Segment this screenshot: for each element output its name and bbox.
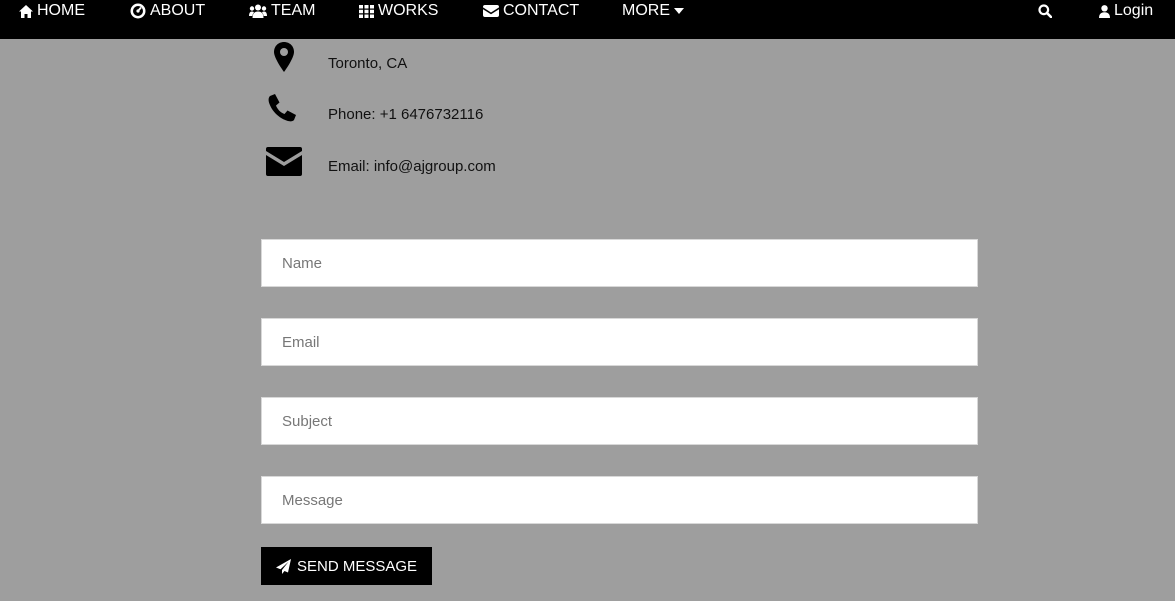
search-icon <box>1038 4 1052 18</box>
email-field[interactable] <box>261 318 978 366</box>
grid-icon <box>359 4 374 18</box>
map-marker-icon <box>262 42 306 78</box>
nav-more-label: MORE <box>622 2 670 19</box>
user-icon <box>1099 4 1110 18</box>
nav-team-label: TEAM <box>271 2 316 19</box>
nav-works-label: WORKS <box>378 2 439 19</box>
nav-contact[interactable]: CONTACT <box>483 0 579 22</box>
home-icon <box>19 4 33 18</box>
nav-login-label: Login <box>1114 2 1154 19</box>
phone-icon <box>262 93 306 129</box>
phone-text: Phone: +1 6476732116 <box>328 106 484 123</box>
message-field[interactable] <box>261 476 978 524</box>
users-icon <box>249 4 267 18</box>
paper-plane-icon <box>275 558 291 574</box>
subject-field[interactable] <box>261 397 978 445</box>
caret-down-icon <box>674 8 684 14</box>
top-navbar: HOME ABOUT TEAM WORKS CONTACT MORE Login <box>0 0 1175 39</box>
nav-home-label: HOME <box>37 2 85 19</box>
location-text: Toronto, CA <box>328 55 408 72</box>
name-field[interactable] <box>261 239 978 287</box>
send-message-button[interactable]: SEND MESSAGE <box>261 547 432 585</box>
nav-team[interactable]: TEAM <box>249 0 315 22</box>
send-message-label: SEND MESSAGE <box>296 557 418 575</box>
nav-login[interactable]: Login <box>1099 0 1153 22</box>
dashboard-icon <box>130 3 146 19</box>
nav-contact-label: CONTACT <box>503 2 580 19</box>
nav-about[interactable]: ABOUT <box>130 0 205 22</box>
envelope-icon <box>262 145 306 181</box>
search-button[interactable] <box>1038 0 1052 22</box>
nav-more-dropdown[interactable]: MORE <box>622 0 684 22</box>
email-text: Email: info@ajgroup.com <box>328 158 496 175</box>
envelope-icon <box>483 5 499 17</box>
nav-home[interactable]: HOME <box>19 0 85 22</box>
nav-works[interactable]: WORKS <box>359 0 438 22</box>
nav-about-label: ABOUT <box>150 2 206 19</box>
